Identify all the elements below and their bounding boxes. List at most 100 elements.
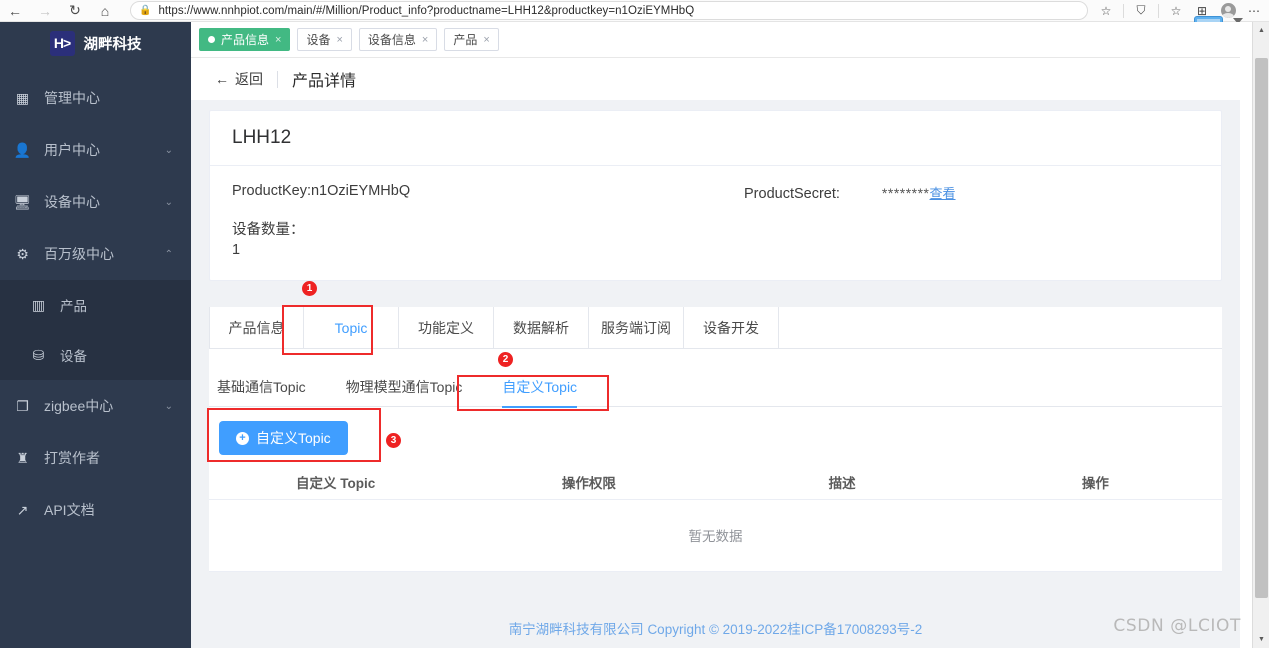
custom-topic-table: 自定义 Topic 操作权限 描述 操作 暂无数据 xyxy=(209,465,1222,572)
watermark: CSDN @LCIOT xyxy=(1113,616,1241,636)
sidebar-submenu-million: ▥ 产品 ⛁ 设备 xyxy=(0,280,191,380)
browser-toolbar: ← → ↻ ⌂ 🔒 https://www.nnhpiot.com/main/#… xyxy=(0,0,1269,22)
subtab-basic-communication-topic[interactable]: 基础通信Topic xyxy=(217,367,306,407)
page-scrollbar[interactable]: ▲ ▼ xyxy=(1252,22,1269,648)
topic-subtab-strip: 基础通信Topic 物理模型通信Topic 自定义Topic xyxy=(209,367,1222,408)
view-tab-device-info[interactable]: 设备信息 × xyxy=(358,28,438,51)
chevron-up-icon: ⌃ xyxy=(164,248,173,260)
sidebar-item-management-center[interactable]: ▦ 管理中心 xyxy=(0,72,191,124)
toolbar-divider xyxy=(1123,3,1124,18)
sidebar-item-device[interactable]: ⛁ 设备 xyxy=(0,330,191,380)
brand-logo[interactable]: H> 湖畔科技 xyxy=(0,22,191,64)
scroll-up-arrow[interactable]: ▲ xyxy=(1253,22,1269,39)
browser-home-button[interactable]: ⌂ xyxy=(90,0,120,22)
close-icon[interactable]: × xyxy=(483,34,489,46)
favorite-star-icon[interactable]: ☆ xyxy=(1094,1,1118,21)
app-root: ← → ↻ ⌂ 🔒 https://www.nnhpiot.com/main/#… xyxy=(0,0,1269,648)
product-secret-value: ******** xyxy=(881,185,930,201)
back-label: 返回 xyxy=(235,71,263,87)
user-icon: 👤 xyxy=(13,141,32,158)
sidebar-item-zigbee-center[interactable]: ❐ zigbee中心 ⌄ xyxy=(0,380,191,432)
th-permission: 操作权限 xyxy=(462,465,716,500)
product-secret-value-group: ********查看 xyxy=(882,183,956,202)
table-icon: ▥ xyxy=(31,296,46,313)
extensions-puzzle-icon[interactable]: ⛉ xyxy=(1129,1,1153,21)
main-content: 产品信息 × 设备 × 设备信息 × 产品 × ← 返回 产品详情 LHH12 … xyxy=(191,22,1240,648)
chevron-down-icon: ⌄ xyxy=(164,196,173,208)
breadcrumb-divider xyxy=(277,70,278,88)
external-link-icon: ↗ xyxy=(16,501,29,518)
tab-function-definition[interactable]: 功能定义 xyxy=(399,307,494,348)
annotation-marker-2: 2 xyxy=(498,352,513,367)
more-settings-icon[interactable]: ⋯ xyxy=(1242,1,1266,21)
view-tab-device[interactable]: 设备 × xyxy=(297,28,352,51)
subtab-physical-model-communication-topic[interactable]: 物理模型通信Topic xyxy=(346,367,463,407)
product-summary-body: ProductKey:n1OziEYMHbQ ProductSecret: **… xyxy=(210,166,1221,280)
chevron-down-icon: ⌄ xyxy=(164,400,173,412)
product-secret-group: ProductSecret: ********查看 xyxy=(744,183,956,202)
detail-tabs-section: 产品信息 Topic 功能定义 数据解析 服务端订阅 设备开发 基础通信Topi… xyxy=(209,307,1222,572)
sidebar-item-product[interactable]: ▥ 产品 xyxy=(0,280,191,330)
view-tab-product-info[interactable]: 产品信息 × xyxy=(199,28,291,51)
close-icon[interactable]: × xyxy=(336,34,342,46)
th-description: 描述 xyxy=(715,465,969,500)
sidebar-item-label: 设备 xyxy=(60,349,87,364)
view-tab-label: 产品 xyxy=(453,33,478,47)
product-secret-label: ProductSecret: xyxy=(744,186,840,202)
plus-circle-icon: + xyxy=(236,431,249,445)
sidebar-item-label: 管理中心 xyxy=(44,90,100,106)
chip-icon: ⚙ xyxy=(16,245,29,262)
tab-topic[interactable]: Topic xyxy=(304,307,399,348)
collections-icon[interactable]: ☆ xyxy=(1164,1,1188,21)
scroll-thumb[interactable] xyxy=(1255,58,1268,598)
sidebar-item-label: 设备中心 xyxy=(44,194,100,210)
sidebar-item-label: API文档 xyxy=(44,502,95,518)
sidebar-item-label: 打赏作者 xyxy=(44,450,100,466)
scroll-down-arrow[interactable]: ▼ xyxy=(1253,631,1269,648)
tab-server-subscription[interactable]: 服务端订阅 xyxy=(589,307,684,348)
table-header: 自定义 Topic 操作权限 描述 操作 xyxy=(209,465,1222,500)
footer-copyright: 南宁湖畔科技有限公司 Copyright © 2019-2022桂ICP备170… xyxy=(508,622,923,637)
sidebar-item-user-center[interactable]: 👤 用户中心 ⌄ xyxy=(0,124,191,176)
product-key-row: ProductKey:n1OziEYMHbQ ProductSecret: **… xyxy=(232,183,1199,202)
tab-data-parsing[interactable]: 数据解析 xyxy=(494,307,589,348)
sidebar-item-device-center[interactable]: 🖥 设备中心 ⌄ xyxy=(0,176,191,228)
sidebar-item-donate-author[interactable]: ♜ 打赏作者 xyxy=(0,432,191,484)
tab-product-info[interactable]: 产品信息 xyxy=(209,307,304,348)
chevron-down-icon: ⌄ xyxy=(164,144,173,156)
address-bar[interactable]: 🔒 https://www.nnhpiot.com/main/#/Million… xyxy=(130,1,1088,20)
subtab-custom-topic[interactable]: 自定义Topic xyxy=(502,367,577,408)
page-title: 产品详情 xyxy=(292,73,357,90)
device-count-block: 设备数量： 1 xyxy=(232,220,1199,260)
sidebar-item-api-docs[interactable]: ↗ API文档 xyxy=(0,484,191,536)
tab-device-development[interactable]: 设备开发 xyxy=(684,307,779,348)
product-summary-card: LHH12 ProductKey:n1OziEYMHbQ ProductSecr… xyxy=(209,110,1222,281)
th-operation: 操作 xyxy=(968,465,1222,500)
sitemap-icon: ⛁ xyxy=(32,346,45,363)
back-button[interactable]: ← 返回 xyxy=(215,69,263,89)
toolbar-row: + 自定义Topic xyxy=(209,407,1222,461)
annotation-marker-1: 1 xyxy=(302,281,317,296)
grid-icon: ▦ xyxy=(15,89,30,106)
view-tab-label: 设备信息 xyxy=(367,33,416,47)
add-custom-topic-button[interactable]: + 自定义Topic xyxy=(219,421,348,455)
browser-reload-button[interactable]: ↻ xyxy=(60,0,90,22)
view-tab-label: 产品信息 xyxy=(221,33,270,47)
sidebar-item-label: 用户中心 xyxy=(44,142,100,158)
browser-back-button[interactable]: ← xyxy=(0,0,30,22)
detail-tab-strip: 产品信息 Topic 功能定义 数据解析 服务端订阅 设备开发 xyxy=(209,307,1222,349)
view-tab-product[interactable]: 产品 × xyxy=(444,28,499,51)
sidebar-menu: ▦ 管理中心 👤 用户中心 ⌄ 🖥 设备中心 ⌄ ⚙ 百万级中心 ⌃ ▥ 产品 … xyxy=(0,72,191,536)
view-secret-link[interactable]: 查看 xyxy=(930,186,956,201)
close-icon[interactable]: × xyxy=(422,34,428,46)
table-empty-row: 暂无数据 xyxy=(209,499,1222,572)
copy-icon: ❐ xyxy=(16,397,29,414)
active-dot-icon xyxy=(208,36,215,43)
breadcrumb: ← 返回 产品详情 xyxy=(191,58,1240,100)
monitor-icon: 🖥 xyxy=(13,193,32,210)
close-icon[interactable]: × xyxy=(275,34,281,46)
sidebar-item-label: 百万级中心 xyxy=(44,246,114,262)
sidebar-item-million-center[interactable]: ⚙ 百万级中心 ⌃ xyxy=(0,228,191,280)
browser-forward-button[interactable]: → xyxy=(30,0,60,22)
table-body: 暂无数据 xyxy=(209,499,1222,572)
